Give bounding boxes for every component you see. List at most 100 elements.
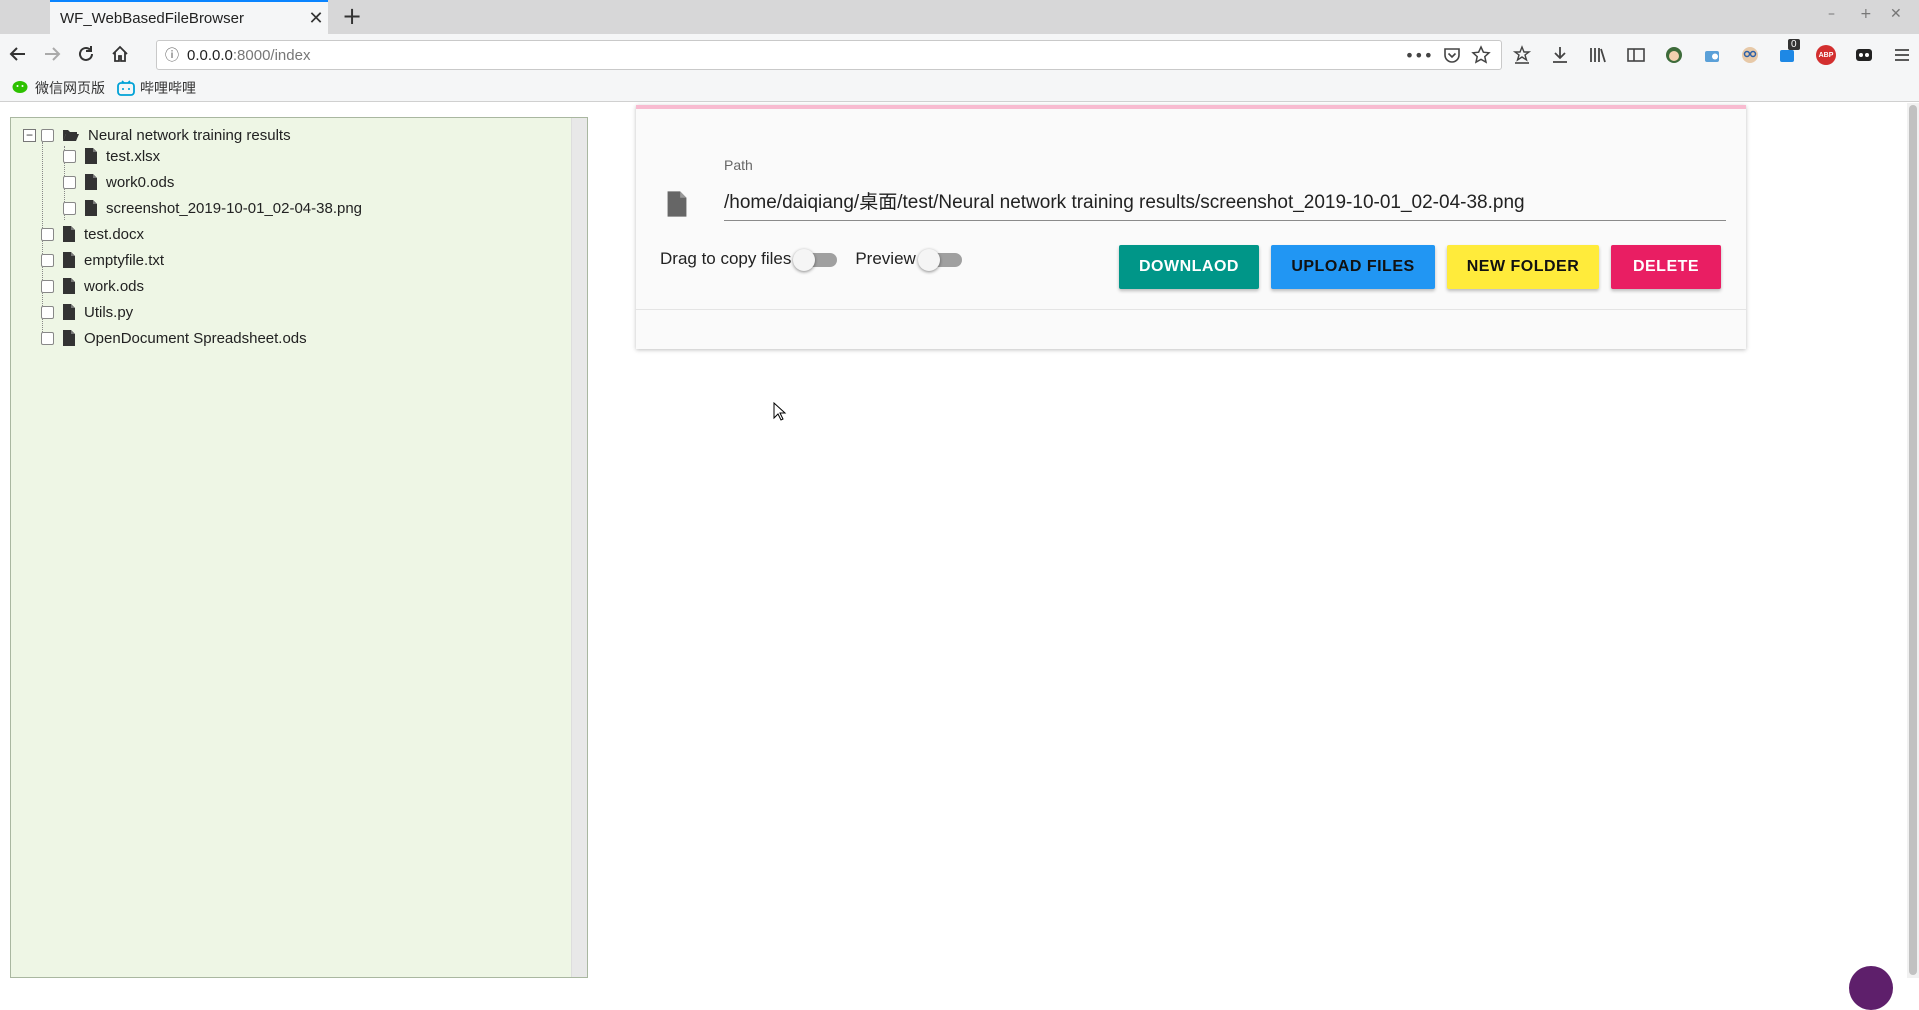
tree-checkbox[interactable] bbox=[41, 331, 54, 345]
file-detail-card: Path /home/daiqiang/桌面/test/Neural netwo… bbox=[636, 105, 1746, 349]
reading-list-icon[interactable] bbox=[1510, 43, 1534, 67]
tree-node-label[interactable]: Neural network training results bbox=[88, 127, 291, 144]
tab-active[interactable]: WF_WebBasedFileBrowser ✕ bbox=[50, 0, 328, 34]
tree-node-file[interactable]: OpenDocument Spreadsheet.ods bbox=[41, 327, 307, 349]
pocket-icon[interactable] bbox=[1443, 46, 1461, 64]
tab-title: WF_WebBasedFileBrowser bbox=[60, 9, 244, 27]
extension-face-icon[interactable] bbox=[1662, 43, 1686, 67]
tab-close-icon[interactable]: ✕ bbox=[304, 8, 328, 29]
url-path: :8000/index bbox=[232, 46, 311, 64]
tree-checkbox[interactable] bbox=[63, 201, 76, 215]
tree-node-file[interactable]: Utils.py bbox=[41, 301, 133, 323]
tree-node-folder[interactable]: − Neural network training results bbox=[23, 124, 291, 146]
preview-label: Preview bbox=[855, 249, 916, 268]
close-window-icon[interactable]: ✕ bbox=[1890, 6, 1902, 22]
maximize-icon[interactable]: + bbox=[1860, 6, 1872, 22]
scrollbar-thumb[interactable] bbox=[1909, 105, 1917, 975]
minimize-icon[interactable]: – bbox=[1828, 6, 1835, 22]
tree-node-label[interactable]: emptyfile.txt bbox=[84, 252, 164, 269]
url-text[interactable]: 0.0.0.0:8000/index bbox=[187, 47, 1405, 64]
tree-checkbox[interactable] bbox=[41, 253, 54, 267]
drag-copy-label: Drag to copy files bbox=[660, 249, 792, 268]
file-icon bbox=[63, 278, 75, 294]
page-scrollbar[interactable] bbox=[1907, 103, 1919, 978]
file-icon bbox=[63, 304, 75, 320]
tree-node-label[interactable]: test.xlsx bbox=[106, 148, 160, 165]
extension-notifier-icon[interactable]: 0 bbox=[1776, 39, 1800, 67]
more-actions-icon[interactable]: ••• bbox=[1405, 46, 1433, 65]
tree-checkbox[interactable] bbox=[41, 128, 54, 142]
menu-icon[interactable] bbox=[1890, 43, 1914, 67]
tree-node-file[interactable]: work.ods bbox=[41, 275, 144, 297]
drag-copy-switch[interactable] bbox=[793, 249, 841, 271]
delete-button[interactable]: DELETE bbox=[1611, 245, 1721, 289]
tree-node-label[interactable]: work.ods bbox=[84, 278, 144, 295]
url-bar[interactable]: ⓘ 0.0.0.0:8000/index ••• bbox=[156, 40, 1502, 70]
tree-checkbox[interactable] bbox=[41, 305, 54, 319]
tree-node-file[interactable]: work0.ods bbox=[63, 171, 174, 193]
tree-checkbox[interactable] bbox=[63, 175, 76, 189]
wechat-icon bbox=[12, 80, 28, 93]
tree-node-file[interactable]: test.xlsx bbox=[63, 145, 160, 167]
tree-checkbox[interactable] bbox=[63, 149, 76, 163]
file-icon bbox=[63, 226, 75, 242]
extension-radio-icon[interactable] bbox=[1700, 43, 1724, 67]
abp-label: ABP bbox=[1816, 45, 1836, 65]
tree-node-label[interactable]: work0.ods bbox=[106, 174, 174, 191]
new-tab-icon[interactable]: + bbox=[338, 3, 366, 31]
tree-node-file[interactable]: emptyfile.txt bbox=[41, 249, 164, 271]
file-icon bbox=[63, 330, 75, 346]
mouse-cursor-icon bbox=[773, 402, 787, 421]
file-icon bbox=[63, 252, 75, 268]
preview-switch[interactable] bbox=[917, 249, 966, 271]
tree-node-label[interactable]: screenshot_2019-10-01_02-04-38.png bbox=[106, 200, 362, 217]
sidebar-icon[interactable] bbox=[1624, 43, 1648, 67]
tree-scrollbar[interactable] bbox=[571, 118, 587, 977]
info-icon[interactable]: ⓘ bbox=[157, 45, 187, 65]
path-label: Path bbox=[724, 157, 753, 173]
tree-node-label[interactable]: test.docx bbox=[84, 226, 144, 243]
bookmarks-toolbar: 微信网页版 哔哩哔哩 bbox=[0, 74, 1919, 102]
file-icon bbox=[85, 148, 97, 164]
extension-glasses-icon[interactable] bbox=[1738, 43, 1762, 67]
tab-bar: WF_WebBasedFileBrowser ✕ + – + ✕ bbox=[0, 0, 1919, 34]
tree-checkbox[interactable] bbox=[41, 227, 54, 241]
back-icon[interactable] bbox=[2, 38, 34, 70]
tree-checkbox[interactable] bbox=[41, 279, 54, 293]
home-icon[interactable] bbox=[104, 38, 136, 70]
tree-node-label[interactable]: Utils.py bbox=[84, 304, 133, 321]
bookmark-star-icon[interactable] bbox=[1471, 45, 1491, 65]
bookmark-label: 微信网页版 bbox=[35, 79, 105, 96]
collapse-icon[interactable]: − bbox=[23, 128, 36, 142]
tree-node-file[interactable]: test.docx bbox=[41, 223, 144, 245]
folder-open-icon bbox=[63, 130, 79, 141]
extension-mask-icon[interactable] bbox=[1852, 43, 1876, 67]
bookmark-wechat[interactable]: 微信网页版 bbox=[12, 78, 105, 98]
adblock-plus-icon[interactable]: ABP bbox=[1814, 43, 1838, 67]
reload-icon[interactable] bbox=[70, 38, 102, 70]
downloads-icon[interactable] bbox=[1548, 43, 1572, 67]
floating-action-button[interactable] bbox=[1849, 966, 1893, 1010]
file-icon bbox=[85, 200, 97, 216]
new-folder-button[interactable]: NEW FOLDER bbox=[1447, 245, 1599, 289]
card-divider bbox=[636, 309, 1746, 310]
tree-node-label[interactable]: OpenDocument Spreadsheet.ods bbox=[84, 330, 307, 347]
bookmark-bilibili[interactable]: 哔哩哔哩 bbox=[117, 78, 196, 98]
tree-node-file[interactable]: screenshot_2019-10-01_02-04-38.png bbox=[63, 197, 362, 219]
file-icon bbox=[667, 191, 687, 217]
page-content: − Neural network training results test.x… bbox=[0, 103, 1919, 978]
forward-icon[interactable] bbox=[36, 38, 68, 70]
download-button[interactable]: DOWNLAOD bbox=[1119, 245, 1259, 289]
file-icon bbox=[85, 174, 97, 190]
toolbar-extensions: 0 ABP bbox=[1510, 39, 1914, 70]
bookmark-label: 哔哩哔哩 bbox=[140, 79, 196, 96]
library-icon[interactable] bbox=[1586, 43, 1610, 67]
bilibili-icon bbox=[117, 79, 135, 96]
upload-files-button[interactable]: UPLOAD FILES bbox=[1271, 245, 1435, 289]
path-input[interactable]: /home/daiqiang/桌面/test/Neural network tr… bbox=[724, 181, 1726, 221]
file-tree-panel: − Neural network training results test.x… bbox=[10, 117, 588, 978]
path-value: /home/daiqiang/桌面/test/Neural network tr… bbox=[724, 192, 1525, 213]
url-host: 0.0.0.0 bbox=[187, 46, 233, 64]
url-actions: ••• bbox=[1405, 45, 1501, 65]
notification-badge: 0 bbox=[1788, 39, 1800, 50]
